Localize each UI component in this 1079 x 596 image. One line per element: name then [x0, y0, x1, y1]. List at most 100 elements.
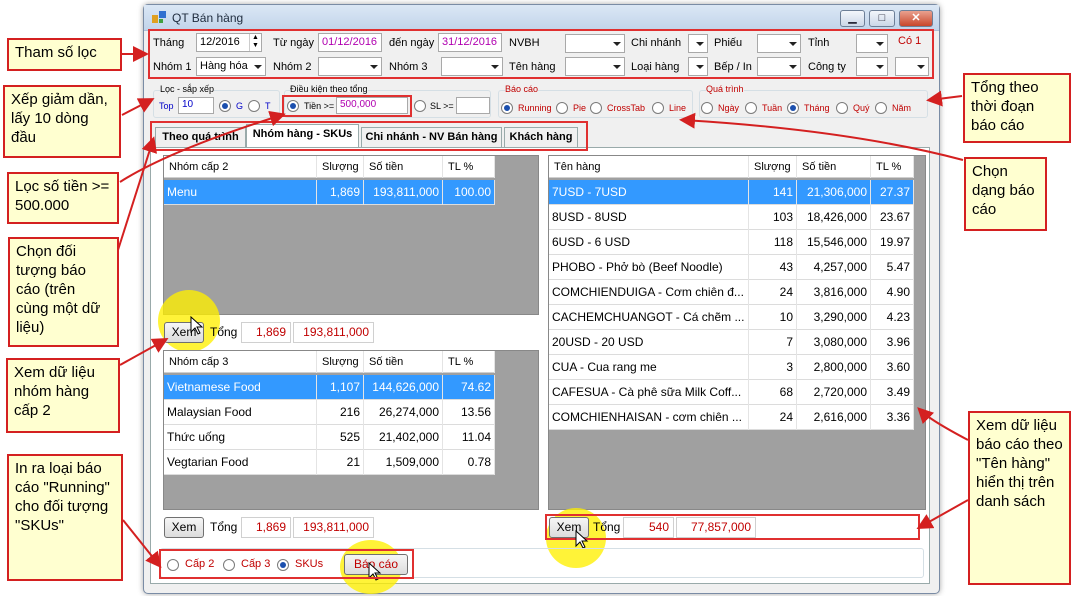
report-crosstab-label: CrossTab	[607, 103, 646, 113]
col-header: Slượng	[317, 156, 364, 178]
report-pie-radio[interactable]	[556, 102, 568, 114]
cell-qty: 10	[749, 305, 797, 330]
xem-group3-button[interactable]: Xem	[164, 517, 204, 538]
period-quy-radio[interactable]	[836, 102, 848, 114]
cell-qty: 1,107	[317, 375, 364, 400]
grid-items: Tên hàng Slượng Số tiền TL % 7USD - 7USD…	[548, 155, 926, 510]
table-row[interactable]: Malaysian Food 216 26,274,000 13.56	[164, 400, 495, 425]
table-row[interactable]: Vegtarian Food 21 1,509,000 0.78	[164, 450, 495, 475]
cell-name: Menu	[164, 180, 317, 205]
sl-radio[interactable]	[414, 100, 426, 112]
sl-input[interactable]	[456, 97, 490, 114]
cell-name: 7USD - 7USD	[549, 180, 749, 205]
report-pie-label: Pie	[573, 103, 587, 113]
col-header: TL %	[871, 156, 914, 178]
cell-qty: 216	[317, 400, 364, 425]
col-header: TL %	[443, 351, 495, 373]
tien-highlight	[282, 95, 412, 117]
note-period-total: Tổng theo thời đoạn báo cáo	[963, 73, 1071, 143]
period-nam-radio[interactable]	[875, 102, 887, 114]
table-row[interactable]: Menu 1,869 193,811,000 100.00	[164, 180, 495, 205]
filter-highlight	[148, 29, 934, 79]
cell-qty: 21	[317, 450, 364, 475]
report-crosstab-radio[interactable]	[590, 102, 602, 114]
cell-amount: 2,616,000	[797, 405, 871, 430]
top-value: 10	[182, 99, 194, 110]
cell-name: PHOBO - Phở bò (Beef Noodle)	[549, 255, 749, 280]
table-row[interactable]: CUA - Cua rang me 3 2,800,000 3.60	[549, 355, 914, 380]
sum2-qty: 1,869	[241, 517, 291, 538]
sort-g-radio[interactable]	[219, 100, 231, 112]
table-row[interactable]: Thức uống 525 21,402,000 11.04	[164, 425, 495, 450]
cell-pct: 27.37	[871, 180, 914, 205]
report-running-radio[interactable]	[501, 102, 513, 114]
sum1-label: Tổng	[210, 325, 238, 339]
cell-amount: 2,800,000	[797, 355, 871, 380]
table-row[interactable]: 8USD - 8USD 103 18,426,000 23.67	[549, 205, 914, 230]
cell-name: Vietnamese Food	[164, 375, 317, 400]
cell-qty: 1,869	[317, 180, 364, 205]
table-row[interactable]: Vietnamese Food 1,107 144,626,000 74.62	[164, 375, 495, 400]
cell-name: CACHEMCHUANGOT - Cá chẽm ...	[549, 305, 749, 330]
minimize-button[interactable]: ▁	[840, 10, 865, 27]
cell-amount: 21,306,000	[797, 180, 871, 205]
condition-group-label: Điều kiện theo tổng	[290, 84, 368, 94]
grid-items-header: Tên hàng Slượng Số tiền TL %	[549, 156, 914, 178]
note-view-group2: Xem dữ liệu nhóm hàng cấp 2	[6, 358, 120, 433]
cell-amount: 2,720,000	[797, 380, 871, 405]
cell-name: Vegtarian Food	[164, 450, 317, 475]
cell-pct: 11.04	[443, 425, 495, 450]
table-row[interactable]: PHOBO - Phở bò (Beef Noodle) 43 4,257,00…	[549, 255, 914, 280]
col-header: Nhóm cấp 3	[164, 351, 317, 373]
period-tuan-radio[interactable]	[745, 102, 757, 114]
cell-amount: 3,816,000	[797, 280, 871, 305]
cell-qty: 525	[317, 425, 364, 450]
cell-name: Thức uống	[164, 425, 317, 450]
cell-qty: 24	[749, 405, 797, 430]
cursor-icon	[575, 530, 589, 549]
cell-pct: 100.00	[443, 180, 495, 205]
note-top10: Xếp giảm dần, lấy 10 dòng đầu	[3, 85, 121, 158]
top-input[interactable]: 10	[178, 97, 214, 114]
report-line-label: Line	[669, 103, 687, 113]
period-ngay-label: Ngày	[718, 103, 740, 113]
table-row[interactable]: 7USD - 7USD 141 21,306,000 27.37	[549, 180, 914, 205]
t-label: T	[265, 101, 271, 111]
sort-t-radio[interactable]	[248, 100, 260, 112]
cell-pct: 3.36	[871, 405, 914, 430]
g-label: G	[236, 101, 244, 111]
cell-pct: 13.56	[443, 400, 495, 425]
cell-amount: 3,080,000	[797, 330, 871, 355]
table-row[interactable]: CACHEMCHUANGOT - Cá chẽm ... 10 3,290,00…	[549, 305, 914, 330]
grid-group2-header: Nhóm cấp 2 Slượng Số tiền TL %	[164, 156, 495, 178]
cell-name: 20USD - 20 USD	[549, 330, 749, 355]
cell-qty: 24	[749, 280, 797, 305]
period-nam-label: Năm	[892, 103, 912, 113]
maximize-button[interactable]: □	[869, 10, 895, 27]
cell-amount: 18,426,000	[797, 205, 871, 230]
note-report-object: Chọn đối tượng báo cáo (trên cùng một dữ…	[8, 237, 119, 347]
table-row[interactable]: 6USD - 6 USD 118 15,546,000 19.97	[549, 230, 914, 255]
period-thang-radio[interactable]	[787, 102, 799, 114]
cell-amount: 26,274,000	[364, 400, 443, 425]
cell-pct: 3.60	[871, 355, 914, 380]
note-filter-params: Tham số lọc	[7, 38, 122, 71]
table-row[interactable]: CAFESUA - Cà phê sữa Milk Coff... 68 2,7…	[549, 380, 914, 405]
table-row[interactable]: COMCHIENHAISAN - cơm chiên ... 24 2,616,…	[549, 405, 914, 430]
period-ngay-radio[interactable]	[701, 102, 713, 114]
table-row[interactable]: 20USD - 20 USD 7 3,080,000 3.96	[549, 330, 914, 355]
report-line-radio[interactable]	[652, 102, 664, 114]
col-header: Nhóm cấp 2	[164, 156, 317, 178]
table-row[interactable]: COMCHIENDUIGA - Cơm chiên đ... 24 3,816,…	[549, 280, 914, 305]
grid-group3: Nhóm cấp 3 Slượng Số tiền TL % Vietnames…	[163, 350, 539, 510]
top-label: Top	[159, 101, 174, 111]
close-button[interactable]: ✕	[899, 10, 933, 27]
cell-pct: 4.23	[871, 305, 914, 330]
note-print-running: In ra loại báo cáo "Running" cho đối tượ…	[7, 454, 123, 581]
cell-amount: 193,811,000	[364, 180, 443, 205]
cell-qty: 3	[749, 355, 797, 380]
cell-amount: 4,257,000	[797, 255, 871, 280]
title-bar	[144, 5, 939, 31]
cell-amount: 21,402,000	[364, 425, 443, 450]
cell-pct: 5.47	[871, 255, 914, 280]
